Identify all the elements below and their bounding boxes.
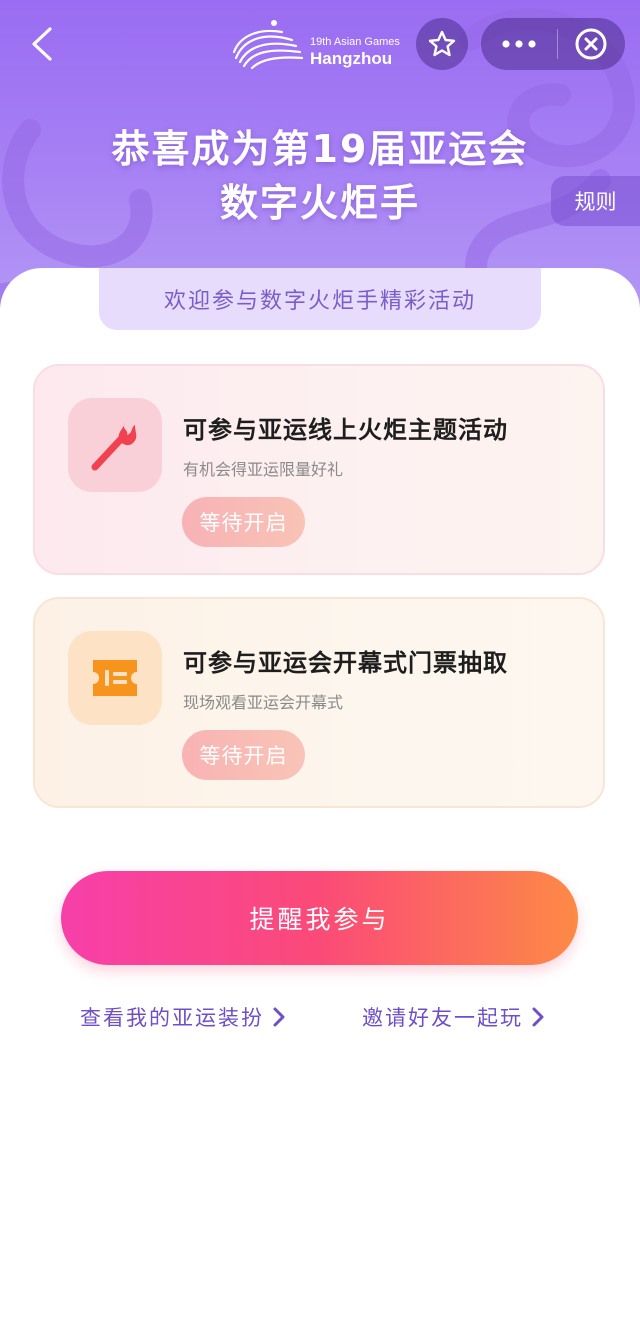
hero-title-line1: 恭喜成为第19届亚运会 [111, 127, 529, 171]
card-subtitle: 现场观看亚运会开幕式 [183, 693, 344, 712]
activity-card-torch: 可参与亚运线上火炬主题活动 有机会得亚运限量好礼 等待开启 [33, 364, 605, 575]
ticket-icon [93, 660, 137, 696]
invite-friends-link[interactable]: 邀请好友一起玩 [362, 1000, 545, 1034]
card-subtitle: 有机会得亚运限量好礼 [183, 460, 344, 479]
logo-text-line1: 19th Asian Games [310, 36, 400, 48]
chevron-right-icon [531, 1006, 545, 1028]
favorite-button[interactable] [416, 18, 468, 70]
mini-program-capsule [481, 18, 625, 70]
remind-me-button[interactable]: 提醒我参与 [61, 871, 578, 965]
card-title: 可参与亚运线上火炬主题活动 [183, 416, 508, 444]
chevron-right-icon [272, 1006, 286, 1028]
back-arrow-icon [32, 27, 52, 61]
link-label: 邀请好友一起玩 [362, 1006, 523, 1030]
logo-emblem-icon [232, 20, 304, 70]
more-dots-icon [502, 40, 536, 48]
view-my-outfit-link[interactable]: 查看我的亚运装扮 [80, 1000, 286, 1034]
close-circle-icon [575, 28, 607, 60]
torch-icon-tile [68, 398, 162, 492]
ticket-icon-tile [68, 631, 162, 725]
logo-text-line2: Hangzhou [310, 49, 393, 68]
welcome-banner: 欢迎参与数字火炬手精彩活动 [99, 268, 541, 330]
back-button[interactable] [22, 22, 62, 66]
close-button[interactable] [558, 18, 624, 70]
link-label: 查看我的亚运装扮 [80, 1006, 264, 1030]
more-button[interactable] [481, 18, 557, 70]
star-icon [428, 30, 456, 57]
waiting-button[interactable]: 等待开启 [182, 730, 305, 780]
rules-button[interactable]: 规则 [551, 176, 640, 226]
hero-title-line2: 数字火炬手 [219, 181, 420, 225]
waiting-button[interactable]: 等待开启 [182, 497, 305, 547]
torch-icon [91, 423, 137, 471]
activity-card-ticket: 可参与亚运会开幕式门票抽取 现场观看亚运会开幕式 等待开启 [33, 597, 605, 808]
asian-games-logo: 19th Asian Games Hangzhou [230, 18, 410, 74]
card-title: 可参与亚运会开幕式门票抽取 [183, 649, 508, 677]
